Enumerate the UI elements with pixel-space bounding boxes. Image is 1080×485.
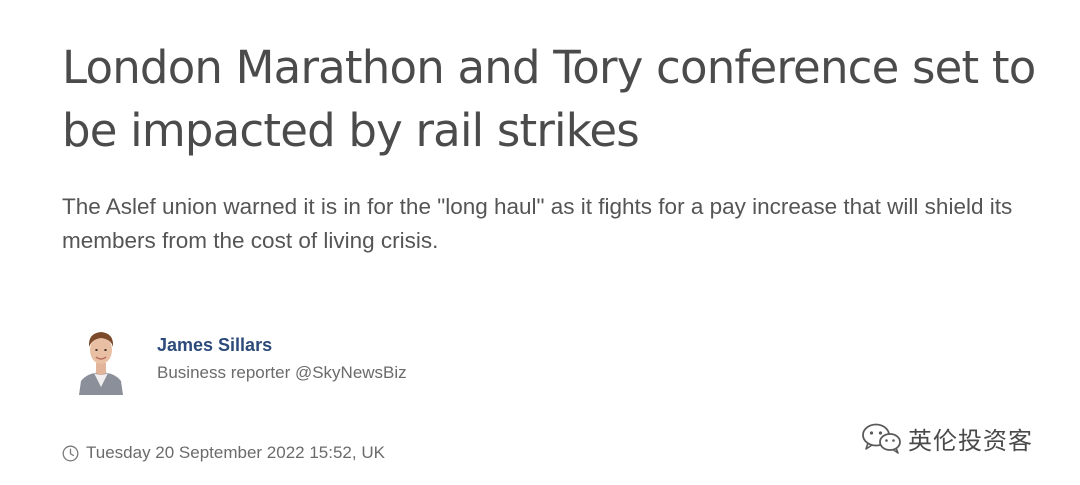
author-byline: James Sillars Business reporter @SkyNews… <box>77 323 477 395</box>
author-name-link[interactable]: James Sillars <box>157 335 272 356</box>
article-header: London Marathon and Tory conference set … <box>62 36 1052 258</box>
article-standfirst: The Aslef union warned it is in for the … <box>62 194 1013 253</box>
author-photo <box>77 323 125 395</box>
wechat-logo-icon <box>862 423 901 454</box>
publish-timestamp: Tuesday 20 September 2022 15:52, UK <box>62 443 385 463</box>
author-role: Business reporter @SkyNewsBiz <box>157 363 407 382</box>
watermark: 英伦投资客 <box>860 421 1033 455</box>
watermark-text: 英伦投资客 <box>908 426 1033 455</box>
article-headline: London Marathon and Tory conference set … <box>62 41 1036 157</box>
clock-icon <box>62 445 79 461</box>
author-avatar[interactable] <box>77 323 125 395</box>
timestamp-text: Tuesday 20 September 2022 15:52, UK <box>86 443 385 462</box>
